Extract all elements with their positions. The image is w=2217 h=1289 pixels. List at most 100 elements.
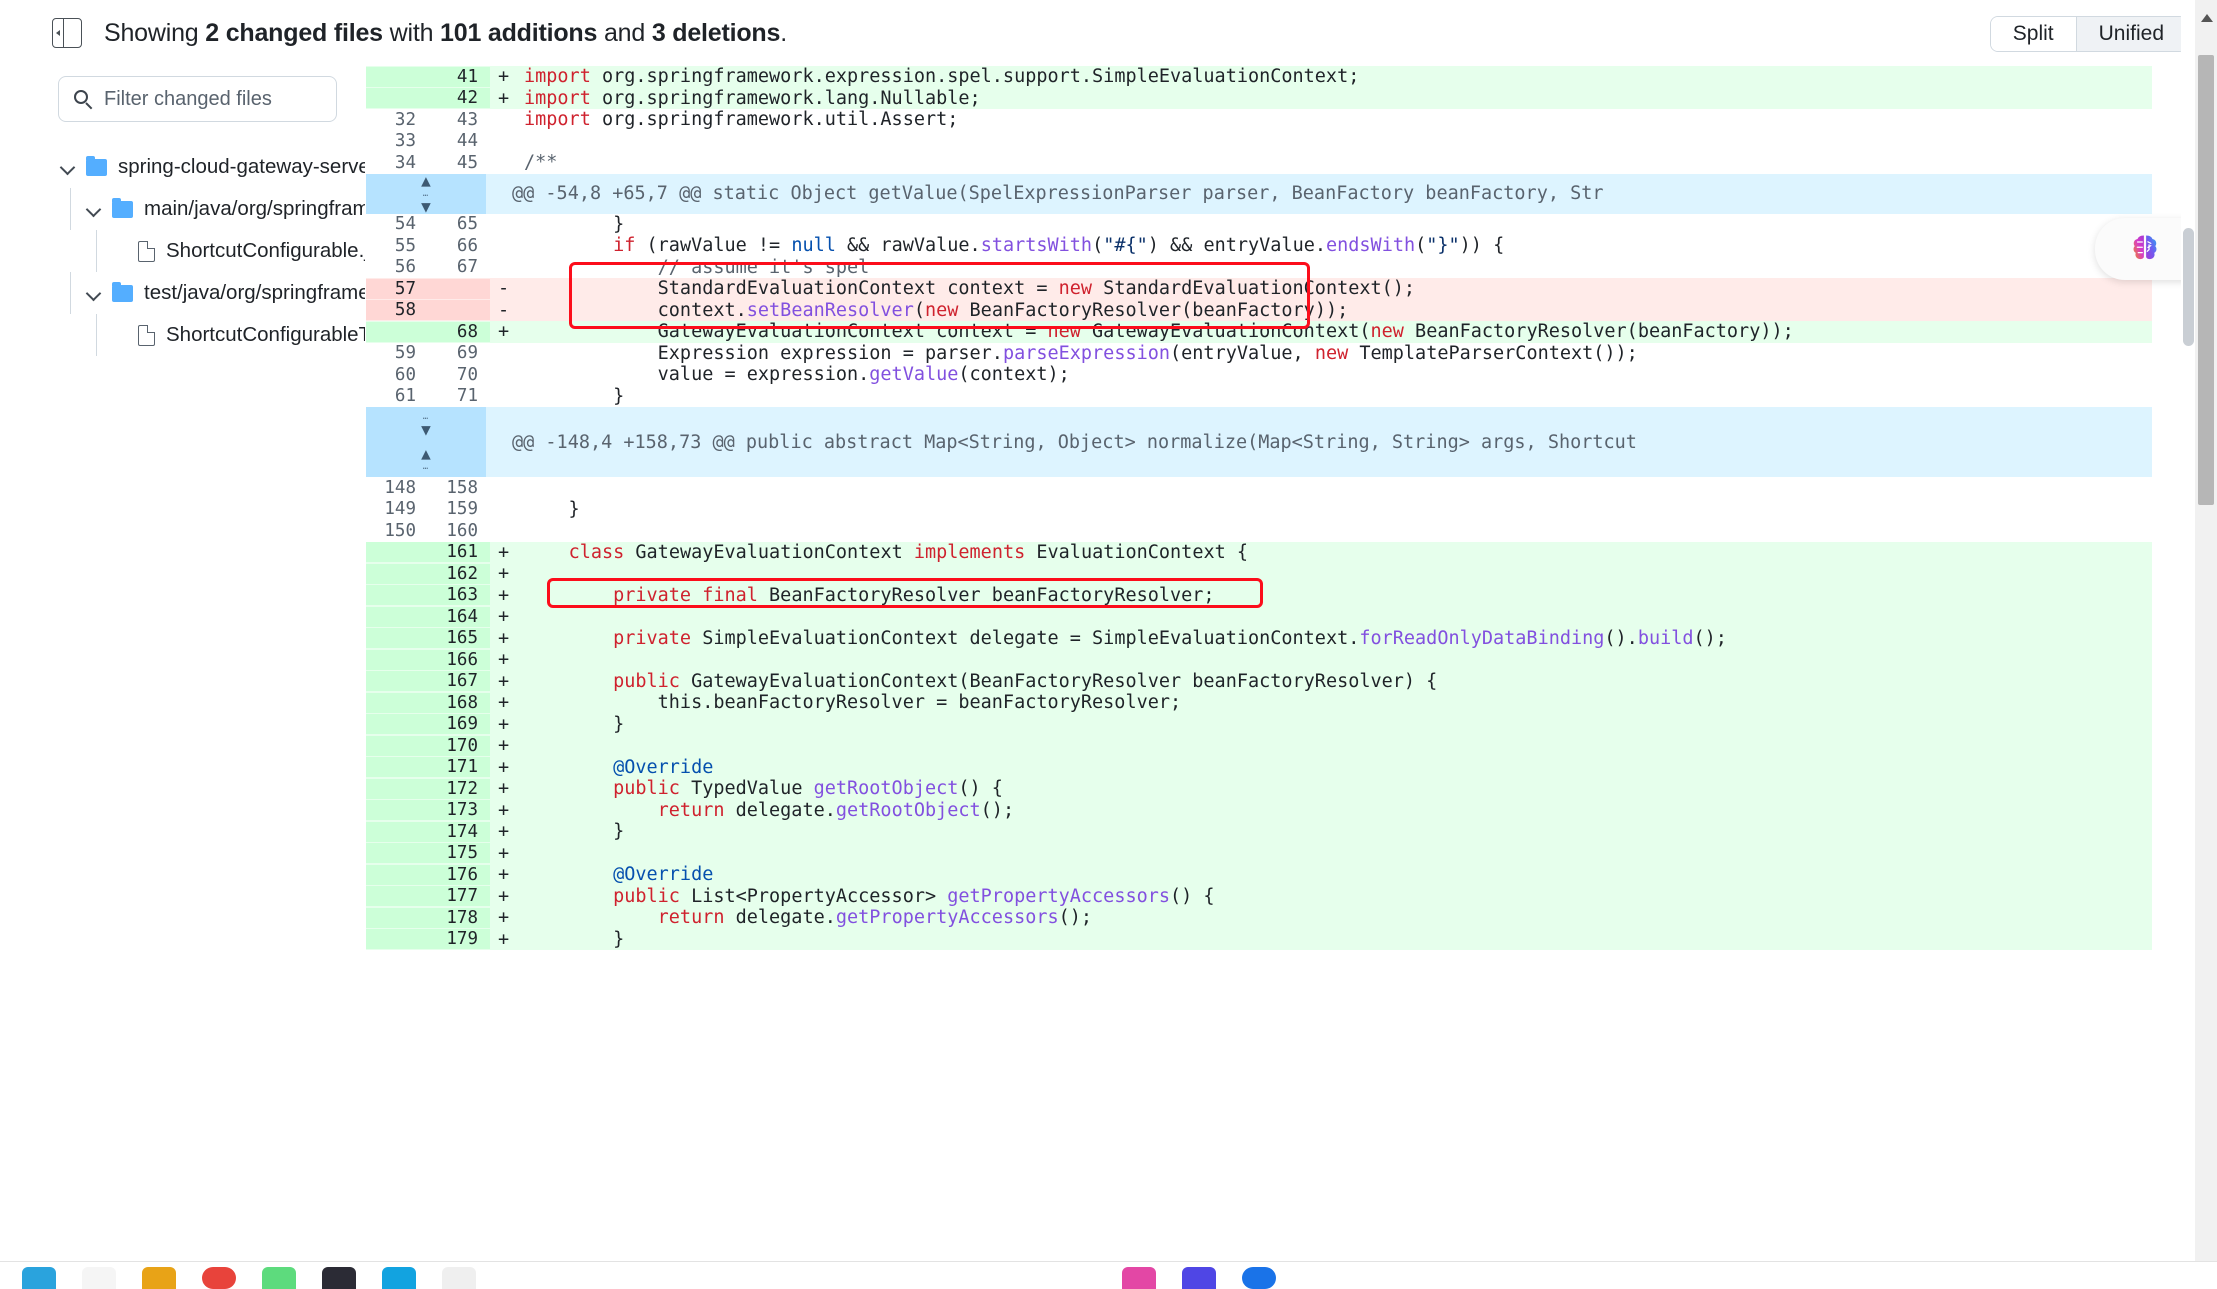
diff-line-add[interactable]: 170 + [366, 735, 2152, 757]
diff-line-add[interactable]: 161 + class GatewayEvaluationContext impl… [366, 541, 2152, 563]
file-tree-file[interactable]: ShortcutConfigurableTests.... [58, 314, 450, 356]
diff-line-add[interactable]: 41 + import org.springframework.expression… [366, 66, 2152, 88]
diff-line-ctx[interactable]: 59 69 Expression expression = parser.pars… [366, 342, 2152, 364]
taskbar-icon-5[interactable] [262, 1267, 296, 1289]
diff-line-add[interactable]: 42 + import org.springframework.lang.Nulla… [366, 87, 2152, 109]
code-token: () { [1170, 885, 1215, 907]
diff-line-add[interactable]: 163 + private final BeanFactoryResolver b… [366, 584, 2152, 606]
tab-split-view[interactable]: Split [1990, 17, 2076, 51]
diff-line-ctx[interactable]: 149 159 } [366, 498, 2152, 520]
chevron-down-icon[interactable] [58, 157, 78, 177]
tab-unified-view[interactable]: Unified [2075, 17, 2186, 51]
code-token: new [924, 299, 959, 321]
diff-line-add[interactable]: 171 + @Override [366, 756, 2152, 778]
diff-body[interactable]: 41 + import org.springframework.expression… [365, 66, 2152, 1289]
expand-up-icon[interactable]: ▲ [421, 172, 431, 189]
old-line-number [366, 88, 428, 109]
expand-down-icon[interactable]: ▼ [421, 422, 431, 438]
diff-line-add[interactable]: 168 + this.beanFactoryResolver = beanFact… [366, 692, 2152, 714]
line-number-gutter: 60 70 [366, 364, 490, 385]
diff-line-add[interactable]: 172 + public TypedValue getRootObject() { [366, 778, 2152, 800]
code-token: endsWith [1326, 235, 1416, 257]
diff-marker: + [498, 66, 510, 88]
expand-down-icon[interactable]: ▼ [421, 198, 431, 215]
diff-line-ctx[interactable]: 150 160 [366, 520, 2152, 542]
line-number-gutter: 166 [366, 649, 490, 670]
diff-line-add[interactable]: 177 + public List<PropertyAccessor> getPr… [366, 885, 2152, 907]
diff-line-add[interactable]: 173 + return delegate.getRootObject(); [366, 799, 2152, 821]
diff-line-ctx[interactable]: 34 45 /** [366, 152, 2152, 174]
taskbar-icon-2[interactable] [82, 1267, 116, 1289]
diff-line-ctx[interactable]: 60 70 value = expression.getValue(context… [366, 364, 2152, 386]
taskbar-icon-3[interactable] [142, 1267, 176, 1289]
tree-indent-guide [70, 188, 71, 230]
diff-line-add[interactable]: 165 + private SimpleEvaluationContext del… [366, 627, 2152, 649]
line-number-gutter: 169 [366, 714, 490, 735]
diff-line-del[interactable]: 58 - context.setBeanResolver(new BeanFact… [366, 299, 2152, 321]
scroll-up-arrow-icon[interactable] [2201, 14, 2213, 22]
new-line-number: 163 [428, 585, 490, 606]
code-token: (context); [958, 364, 1070, 386]
copilot-panel-handle[interactable] [2095, 218, 2195, 280]
old-line-number [366, 929, 428, 950]
diff-line-ctx[interactable]: 55 66 if (rawValue != null && rawValue.st… [366, 235, 2152, 257]
taskbar-icon-8[interactable] [442, 1267, 476, 1289]
diff-line-add[interactable]: 178 + return delegate.getPropertyAccessor… [366, 907, 2152, 929]
taskbar-icon-11[interactable] [1182, 1267, 1216, 1289]
diff-line-del[interactable]: 57 - StandardEvaluationContext context = … [366, 278, 2152, 300]
diff-line-add[interactable]: 175 + [366, 842, 2152, 864]
os-taskbar[interactable] [0, 1261, 2217, 1289]
file-tree-folder[interactable]: test/java/org/springframework/... [58, 272, 436, 314]
diff-line-ctx[interactable]: 56 67 // assume it's spel [366, 256, 2152, 278]
diff-line-add[interactable]: 162 + [366, 563, 2152, 585]
page-scrollbar[interactable] [2195, 0, 2217, 1289]
taskbar-icon-9[interactable] [1062, 1267, 1096, 1289]
diff-hunk-header[interactable]: … ▼ ▲… @@ -148,4 +158,73 @@ public abstract… [366, 407, 2152, 477]
taskbar-icon-10[interactable] [1122, 1267, 1156, 1289]
taskbar-icon-1[interactable] [22, 1267, 56, 1289]
expand-up-icon[interactable]: ▲ [421, 446, 431, 462]
chevron-down-icon[interactable] [84, 199, 104, 219]
chevron-down-icon[interactable] [84, 283, 104, 303]
diff-marker: + [498, 885, 510, 907]
diff-scroll-track[interactable] [2181, 0, 2195, 1250]
diff-line-ctx[interactable]: 32 43 import org.springframework.util.Asse… [366, 109, 2152, 131]
diff-view-toggle[interactable]: Split Unified [1989, 16, 2187, 52]
diff-line-add[interactable]: 169 + } [366, 713, 2152, 735]
taskbar-icon-6[interactable] [322, 1267, 356, 1289]
new-line-number: 160 [428, 520, 490, 541]
code-token: GatewayEvaluationContext(BeanFactoryReso… [679, 670, 1438, 692]
old-line-number [366, 563, 428, 584]
page-scrollbar-thumb[interactable] [2198, 55, 2214, 505]
diff-scroll-thumb[interactable] [2183, 228, 2194, 346]
diff-line-ctx[interactable]: 54 65 } [366, 213, 2152, 235]
diff-line-add[interactable]: 164 + [366, 606, 2152, 628]
sidebar-collapse-icon[interactable] [52, 18, 82, 48]
taskbar-icon-12[interactable] [1242, 1267, 1276, 1289]
file-tree-file[interactable]: ShortcutConfigurable.java [58, 230, 422, 272]
diff-code-line: import org.springframework.lang.Nullable… [518, 88, 2152, 109]
diff-line-add[interactable]: 166 + [366, 649, 2152, 671]
filter-changed-files-input[interactable]: Filter changed files [58, 76, 337, 122]
diff-line-add[interactable]: 167 + public GatewayEvaluationContext(Bea… [366, 670, 2152, 692]
diff-line-add[interactable]: 179 + } [366, 928, 2152, 950]
taskbar-icon-7[interactable] [382, 1267, 416, 1289]
diff-hunk-header[interactable]: ▲… ▼ @@ -54,8 +65,7 @@ static Object getVa… [366, 172, 2152, 215]
expand-hunk-button[interactable]: … ▼ ▲… [366, 407, 486, 477]
diff-line-add[interactable]: 176 + @Override [366, 864, 2152, 886]
taskbar-icon-4[interactable] [202, 1267, 236, 1289]
code-token: List<PropertyAccessor> [679, 885, 948, 907]
diff-line-add[interactable]: 174 + } [366, 821, 2152, 843]
diff-line-ctx[interactable]: 33 44 [366, 130, 2152, 152]
file-tree-folder[interactable]: spring-cloud-gateway-server/src [58, 146, 410, 188]
file-tree-folder[interactable]: main/java/org/springframework... [58, 188, 441, 230]
diff-line-add[interactable]: 68 + GatewayEvaluationContext context = n… [366, 321, 2152, 343]
line-number-gutter: 33 44 [366, 131, 490, 152]
expand-hunk-button[interactable]: ▲… ▼ [366, 172, 486, 215]
diff-line-ctx[interactable]: 61 71 } [366, 385, 2152, 407]
new-line-number: 164 [428, 606, 490, 627]
code-token: org.springframework.util.Assert; [601, 109, 959, 131]
diff-marker: + [498, 842, 510, 864]
diff-line-ctx[interactable]: 148 158 [366, 477, 2152, 499]
